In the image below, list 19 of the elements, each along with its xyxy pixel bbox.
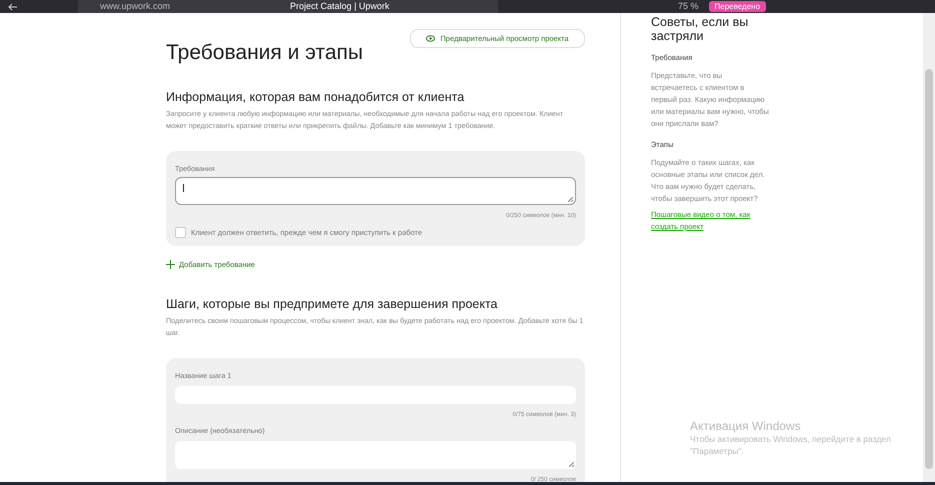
scrollbar[interactable] [923, 13, 935, 482]
resize-handle-icon[interactable] [569, 462, 574, 467]
back-icon[interactable] [8, 2, 18, 10]
activation-title: Активация Windows [690, 419, 802, 433]
activation-text: Чтобы активировать Windows, перейдите в раздел "Параметры". [690, 433, 892, 457]
requirement-textarea[interactable] [175, 177, 576, 205]
page-title: Требования и этапы [166, 41, 363, 65]
plus-icon [166, 260, 175, 269]
tips-title: Советы, если вы застряли [651, 15, 750, 43]
tab-title: Project Catalog | Upwork [290, 1, 390, 12]
zoom-level[interactable]: 75 % [678, 1, 699, 12]
translate-badge[interactable]: Переведено [708, 1, 766, 12]
address-bar[interactable]: www.upwork.com Project Catalog | Upwork [78, 0, 498, 13]
section-heading: Информация, которая вам понадобится от клиента [166, 90, 466, 104]
checkbox[interactable] [175, 227, 186, 238]
eye-icon [426, 35, 436, 42]
resize-handle-icon[interactable] [568, 197, 573, 202]
url-text: www.upwork.com [100, 1, 170, 12]
section-heading: Шаги, которые вы предпримете для завершения проекта [166, 297, 499, 311]
